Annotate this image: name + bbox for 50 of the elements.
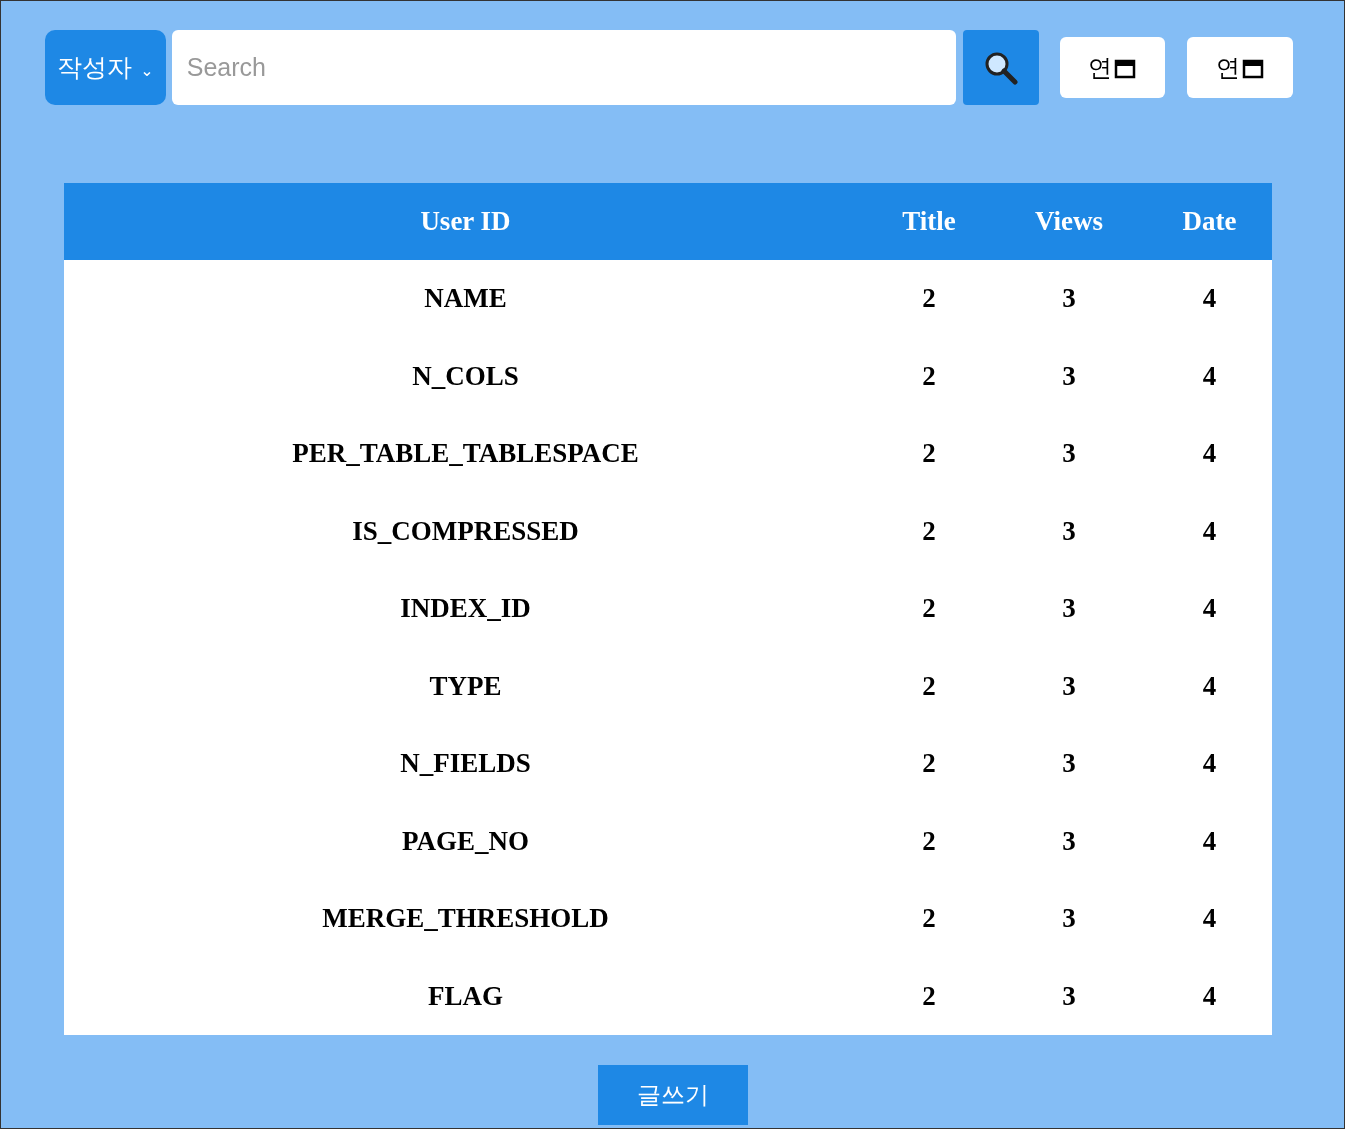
table-cell: 3 xyxy=(990,647,1148,725)
table-cell: 3 xyxy=(990,880,1148,958)
search-button[interactable] xyxy=(962,30,1039,105)
table-cell: NAME xyxy=(64,260,867,338)
table-cell: 2 xyxy=(867,802,991,880)
table-cell: 4 xyxy=(1147,415,1272,493)
table-cell: 4 xyxy=(1147,647,1272,725)
column-header: Date xyxy=(1147,183,1272,260)
table-cell: 3 xyxy=(990,415,1148,493)
table-cell: 2 xyxy=(867,260,991,338)
table-cell: 3 xyxy=(990,337,1148,415)
table-cell: 4 xyxy=(1147,337,1272,415)
table-cell: MERGE_THRESHOLD xyxy=(64,880,867,958)
table-cell: 2 xyxy=(867,957,991,1035)
table-cell: 4 xyxy=(1147,570,1272,648)
table-cell: FLAG xyxy=(64,957,867,1035)
table-cell: INDEX_ID xyxy=(64,570,867,648)
filter-dropdown[interactable]: 작성자 ⌄ xyxy=(45,30,166,105)
table-cell: IS_COMPRESSED xyxy=(64,492,867,570)
table-cell: 2 xyxy=(867,647,991,725)
table-cell: 3 xyxy=(990,725,1148,803)
table-cell: 4 xyxy=(1147,492,1272,570)
column-header: Views xyxy=(990,183,1148,260)
table-cell: N_COLS xyxy=(64,337,867,415)
table-cell: 2 xyxy=(867,337,991,415)
search-field[interactable]: Search xyxy=(171,30,956,105)
write-button[interactable]: 글쓰기 xyxy=(597,1065,748,1125)
table-cell: 3 xyxy=(990,802,1148,880)
table-cell: 3 xyxy=(990,570,1148,648)
table-cell: 4 xyxy=(1147,725,1272,803)
table-cell: 2 xyxy=(867,570,991,648)
table-cell: 2 xyxy=(867,415,991,493)
table-cell: N_FIELDS xyxy=(64,725,867,803)
table-cell: 4 xyxy=(1147,957,1272,1035)
column-header: Title xyxy=(867,183,991,260)
table-cell: 2 xyxy=(867,492,991,570)
table-cell: 3 xyxy=(990,957,1148,1035)
table-cell: 2 xyxy=(867,725,991,803)
table-cell: PER_TABLE_TABLESPACE xyxy=(64,415,867,493)
table-cell: 4 xyxy=(1147,802,1272,880)
table-cell: 4 xyxy=(1147,880,1272,958)
column-header: User ID xyxy=(64,183,867,260)
table-cell: 4 xyxy=(1147,260,1272,338)
date-field[interactable]: 연 xyxy=(1187,37,1293,98)
date-field[interactable]: 연 xyxy=(1059,37,1166,98)
table-cell: TYPE xyxy=(64,647,867,725)
table-cell: 2 xyxy=(867,880,991,958)
table-cell: 3 xyxy=(990,492,1148,570)
table-cell: PAGE_NO xyxy=(64,802,867,880)
table-cell: 3 xyxy=(990,260,1148,338)
